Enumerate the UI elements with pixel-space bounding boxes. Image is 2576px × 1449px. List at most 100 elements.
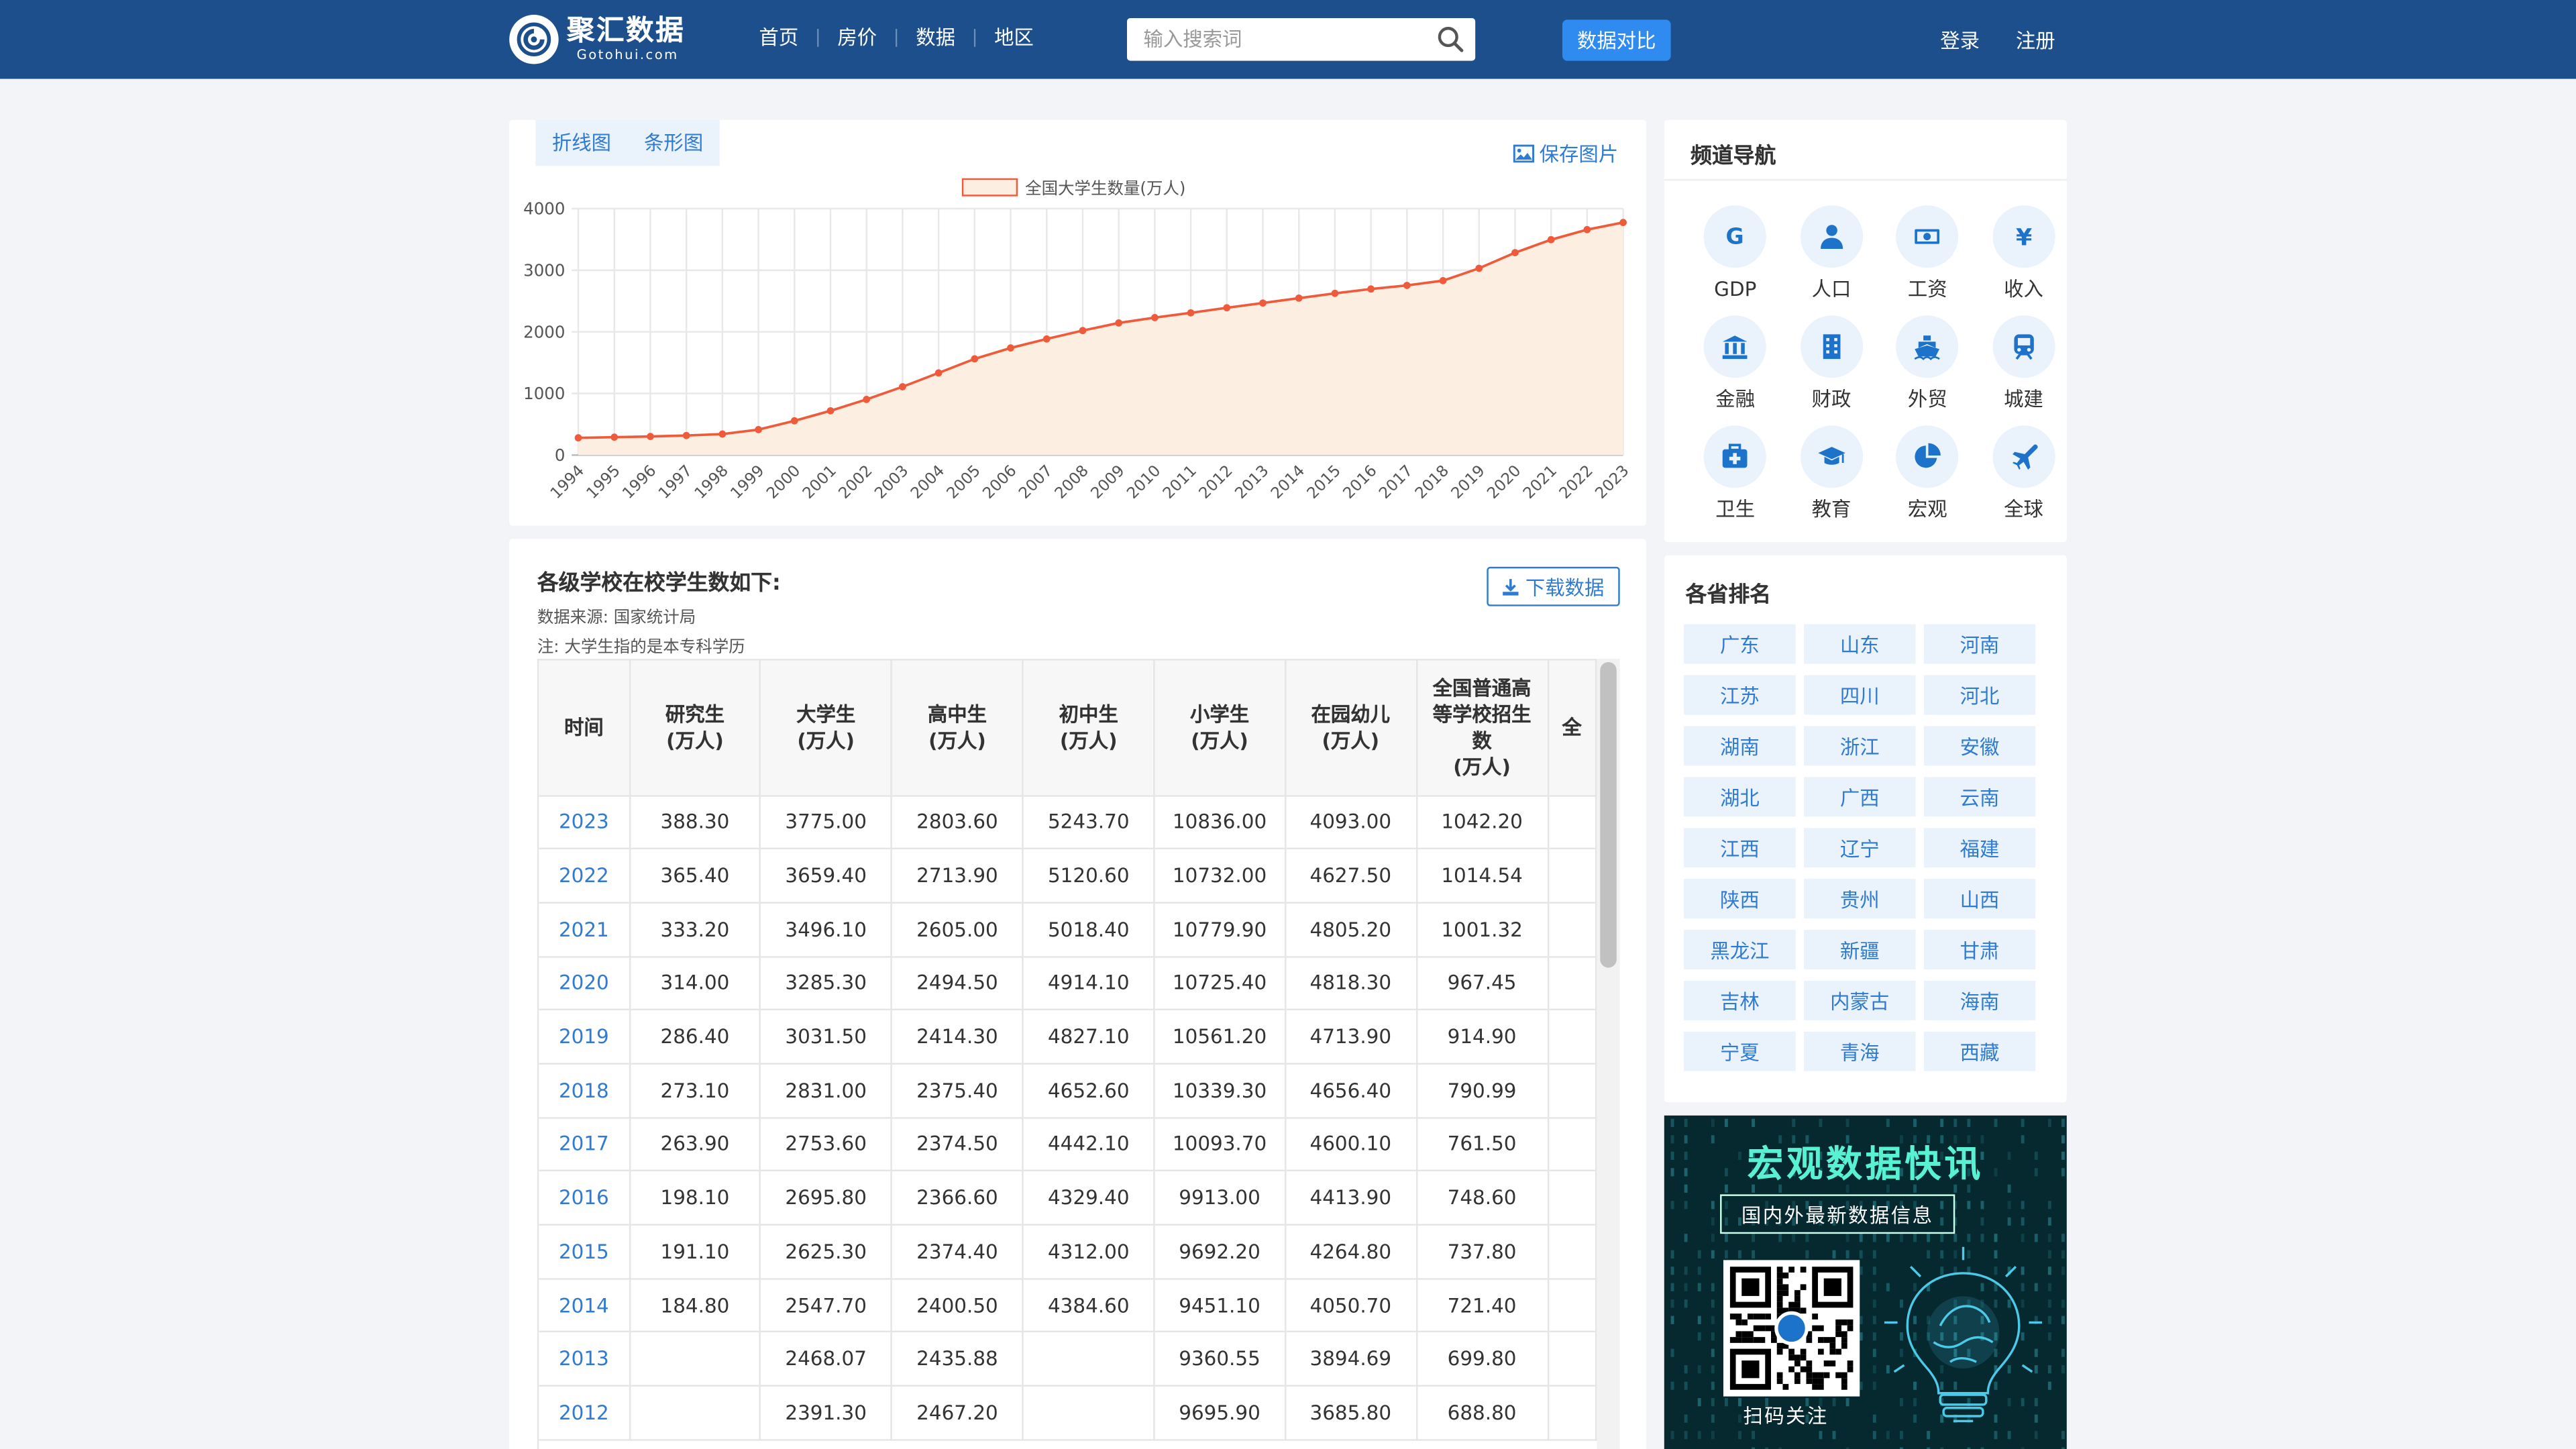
year-link[interactable]: 2021: [539, 902, 631, 957]
year-link[interactable]: 2013: [539, 1332, 631, 1387]
table-cell-overflow: [1548, 902, 1597, 957]
x-tick-label: 2016: [1340, 462, 1381, 502]
table-cell: 5243.70: [1022, 795, 1155, 850]
channel-item[interactable]: 教育: [1783, 425, 1879, 521]
year-link[interactable]: 2017: [539, 1117, 631, 1172]
medkit-icon: [1704, 425, 1767, 488]
province-link[interactable]: 广东: [1684, 624, 1796, 664]
province-link[interactable]: 黑龙江: [1684, 930, 1796, 969]
channel-item[interactable]: 卫生: [1687, 425, 1783, 521]
macro-news-ad[interactable]: 宏观数据快讯 国内外最新数据信息 扫码关注: [1664, 1115, 2067, 1449]
download-data-button[interactable]: 下载数据: [1487, 566, 1620, 606]
table-cell-overflow: [1548, 1278, 1597, 1334]
province-link[interactable]: 广西: [1803, 777, 1916, 817]
province-link[interactable]: 陕西: [1684, 879, 1796, 918]
tab-line-chart[interactable]: 折线图: [535, 120, 627, 166]
search-icon[interactable]: [1436, 25, 1465, 54]
province-link[interactable]: 吉林: [1684, 981, 1796, 1020]
province-link[interactable]: 云南: [1923, 777, 2036, 817]
province-link[interactable]: 青海: [1803, 1031, 1916, 1071]
table-cell: 2713.90: [892, 849, 1024, 904]
province-link[interactable]: 山西: [1923, 879, 2036, 918]
year-link[interactable]: 2016: [539, 1171, 631, 1226]
x-tick-label: 2000: [763, 462, 804, 502]
channel-item[interactable]: 工资: [1880, 205, 1976, 301]
table-cell: 10836.00: [1154, 795, 1286, 850]
channel-item[interactable]: 外贸: [1880, 315, 1976, 411]
channel-item[interactable]: 宏观: [1880, 425, 1976, 521]
data-point: [718, 430, 727, 438]
province-ranking-card: 各省排名 广东 山东 河南 江苏 四川 河北 湖南 浙江 安徽 湖北 广西 云南 江西 辽宁 福建 陕西 贵州山…: [1664, 555, 2067, 1103]
x-tick-label: 2013: [1232, 462, 1273, 502]
site-logo[interactable]: 聚汇数据 Gotohui.com: [509, 13, 685, 66]
table-cell: [1022, 1385, 1155, 1441]
nav-data[interactable]: 数据: [900, 23, 972, 51]
plane-icon: [1992, 425, 2055, 488]
table-cell: 263.90: [629, 1117, 761, 1172]
nav-region[interactable]: 地区: [978, 23, 1051, 51]
table-cell: 4827.10: [1022, 1010, 1155, 1065]
table-cell: 748.60: [1416, 1171, 1549, 1226]
channel-item[interactable]: 全球: [1976, 425, 2072, 521]
data-source: 数据来源: 国家统计局: [537, 609, 696, 628]
table-row: 2015 191.10 2625.30 2374.40 4312.00 9692.20 42…: [539, 1224, 1597, 1279]
data-point: [1223, 304, 1231, 312]
year-link[interactable]: 2014: [539, 1278, 631, 1334]
province-link[interactable]: 安徽: [1923, 726, 2036, 766]
channel-item[interactable]: 财政: [1783, 315, 1879, 411]
province-link[interactable]: 江西: [1684, 828, 1796, 868]
province-link[interactable]: 内蒙古: [1803, 981, 1916, 1020]
province-link[interactable]: 贵州: [1803, 879, 1916, 918]
channel-item[interactable]: ¥ 收入: [1976, 205, 2072, 301]
channel-item[interactable]: 金融: [1687, 315, 1783, 411]
province-link[interactable]: 江苏: [1684, 675, 1796, 715]
table-row: 2020 314.00 3285.30 2494.50 4914.10 10725.40 4…: [539, 956, 1597, 1011]
province-link[interactable]: 辽宁: [1803, 828, 1916, 868]
nav-home[interactable]: 首页: [743, 23, 815, 51]
channel-item[interactable]: 人口: [1783, 205, 1879, 301]
channel-item-label: 教育: [1811, 498, 1851, 521]
year-link[interactable]: 2012: [539, 1385, 631, 1441]
year-link[interactable]: 2018: [539, 1063, 631, 1118]
table-cell: 699.80: [1416, 1332, 1549, 1387]
compare-data-button[interactable]: 数据对比: [1562, 19, 1671, 61]
province-link[interactable]: 福建: [1923, 828, 2036, 868]
province-link[interactable]: 浙江: [1803, 726, 1916, 766]
province-link[interactable]: 河南: [1923, 624, 2036, 664]
table-cell-overflow: [1548, 849, 1597, 904]
search-input[interactable]: [1127, 17, 1423, 61]
download-data-label: 下载数据: [1525, 576, 1605, 599]
year-link[interactable]: 2019: [539, 1010, 631, 1065]
province-link[interactable]: 西藏: [1923, 1031, 2036, 1071]
table-cell: 761.50: [1416, 1117, 1549, 1172]
channel-item[interactable]: 城建: [1976, 315, 2072, 411]
year-link[interactable]: 2023: [539, 795, 631, 850]
data-point: [574, 434, 582, 442]
province-link[interactable]: 湖南: [1684, 726, 1796, 766]
table-cell: 2414.30: [892, 1010, 1024, 1065]
province-link[interactable]: 宁夏: [1684, 1031, 1796, 1071]
data-table-scroll[interactable]: 时间 研究生 (万人) 大学生 (万人) 高中生 (万人) 初中生 (万人) 小学生 (万…: [537, 659, 1597, 1449]
province-link[interactable]: 四川: [1803, 675, 1916, 715]
year-link[interactable]: 2015: [539, 1224, 631, 1279]
year-link[interactable]: 2022: [539, 849, 631, 904]
province-link[interactable]: 湖北: [1684, 777, 1796, 817]
province-link[interactable]: 河北: [1923, 675, 2036, 715]
year-link[interactable]: 2020: [539, 956, 631, 1011]
province-link[interactable]: 山东: [1803, 624, 1916, 664]
data-note: 注: 大学生指的是本专科学历: [537, 639, 745, 657]
data-point: [1367, 285, 1375, 293]
register-link[interactable]: 注册: [2016, 26, 2055, 54]
province-link[interactable]: 新疆: [1803, 930, 1916, 969]
nav-house-price[interactable]: 房价: [821, 23, 894, 51]
tab-bar-chart[interactable]: 条形图: [628, 120, 720, 166]
search-box: [1127, 17, 1476, 61]
save-image-button[interactable]: 保存图片: [1513, 140, 1618, 168]
table-scrollbar[interactable]: [1597, 659, 1620, 1449]
table-row: 2014 184.80 2547.70 2400.50 4384.60 9451.10 40…: [539, 1278, 1597, 1334]
province-link[interactable]: 甘肃: [1923, 930, 2036, 969]
login-link[interactable]: 登录: [1940, 26, 1980, 54]
province-link[interactable]: 海南: [1923, 981, 2036, 1020]
channel-item[interactable]: G GDP: [1687, 205, 1783, 301]
scrollbar-thumb[interactable]: [1600, 661, 1617, 968]
